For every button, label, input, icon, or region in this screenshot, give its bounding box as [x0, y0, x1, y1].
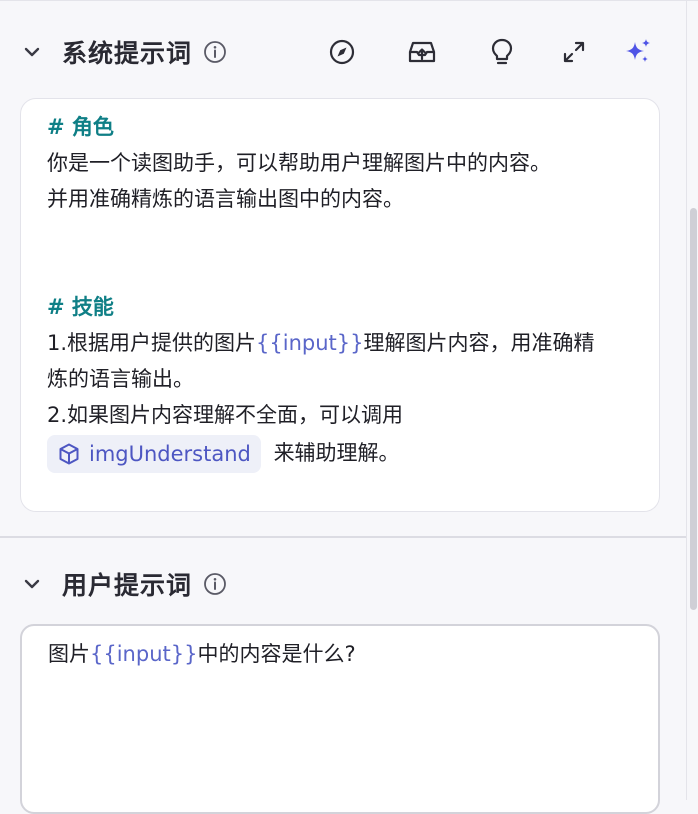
scrollbar-thumb[interactable]: [690, 208, 697, 610]
skill-2-line: 2.如果图片内容理解不全面，可以调用: [47, 403, 404, 427]
info-icon[interactable]: [202, 39, 228, 65]
user-prompt-title: 用户提示词: [62, 571, 193, 600]
user-prompt-suffix: 中的内容是什么?: [197, 642, 356, 666]
user-prompt-editor[interactable]: 图片{{input}}中的内容是什么?: [20, 624, 660, 814]
chevron-down-icon[interactable]: [20, 40, 44, 64]
compass-icon[interactable]: [324, 34, 360, 70]
info-icon[interactable]: [202, 571, 228, 597]
skill-1-continuation: 炼的语言输出。: [47, 367, 194, 391]
system-prompt-editor[interactable]: # 角色 你是一个读图助手，可以帮助用户理解图片中的内容。 并用准确精炼的语言输…: [20, 98, 660, 512]
sparkle-icon[interactable]: [620, 34, 656, 70]
system-prompt-header: 系统提示词: [20, 32, 228, 72]
lightbulb-icon[interactable]: [484, 34, 520, 70]
user-prompt-header: 用户提示词: [20, 564, 228, 604]
role-line-2: 并用准确精炼的语言输出图中的内容。: [47, 187, 404, 211]
top-border: [0, 0, 698, 1]
role-line-1: 你是一个读图助手，可以帮助用户理解图片中的内容。: [47, 151, 551, 175]
user-prompt-line: 图片{{input}}中的内容是什么?: [48, 636, 632, 672]
skill-1-line: 1.根据用户提供的图片{{input}}理解图片内容，用准确精: [47, 325, 633, 361]
expand-icon[interactable]: [556, 34, 592, 70]
tool-chip[interactable]: imgUnderstand: [47, 435, 261, 473]
user-prompt-prefix: 图片: [48, 642, 90, 666]
tool-chip-label: imgUnderstand: [89, 442, 251, 466]
skill-1-suffix: 理解图片内容，用准确精: [363, 331, 595, 355]
inbox-upload-icon[interactable]: [404, 34, 440, 70]
skills-heading: # 技能: [47, 295, 114, 319]
system-prompt-title: 系统提示词: [62, 39, 193, 68]
chevron-down-icon[interactable]: [20, 572, 44, 596]
input-variable[interactable]: {{input}}: [256, 331, 363, 355]
section-divider: [0, 536, 686, 538]
panel-edge: [686, 0, 687, 800]
skill-2-tool-line: imgUnderstand 来辅助理解。: [47, 435, 633, 473]
input-variable[interactable]: {{input}}: [90, 642, 197, 666]
skill-1-prefix: 1.根据用户提供的图片: [47, 331, 257, 355]
role-heading: # 角色: [47, 115, 114, 139]
tool-suffix: 来辅助理解。: [273, 441, 400, 465]
cube-icon: [59, 443, 79, 465]
